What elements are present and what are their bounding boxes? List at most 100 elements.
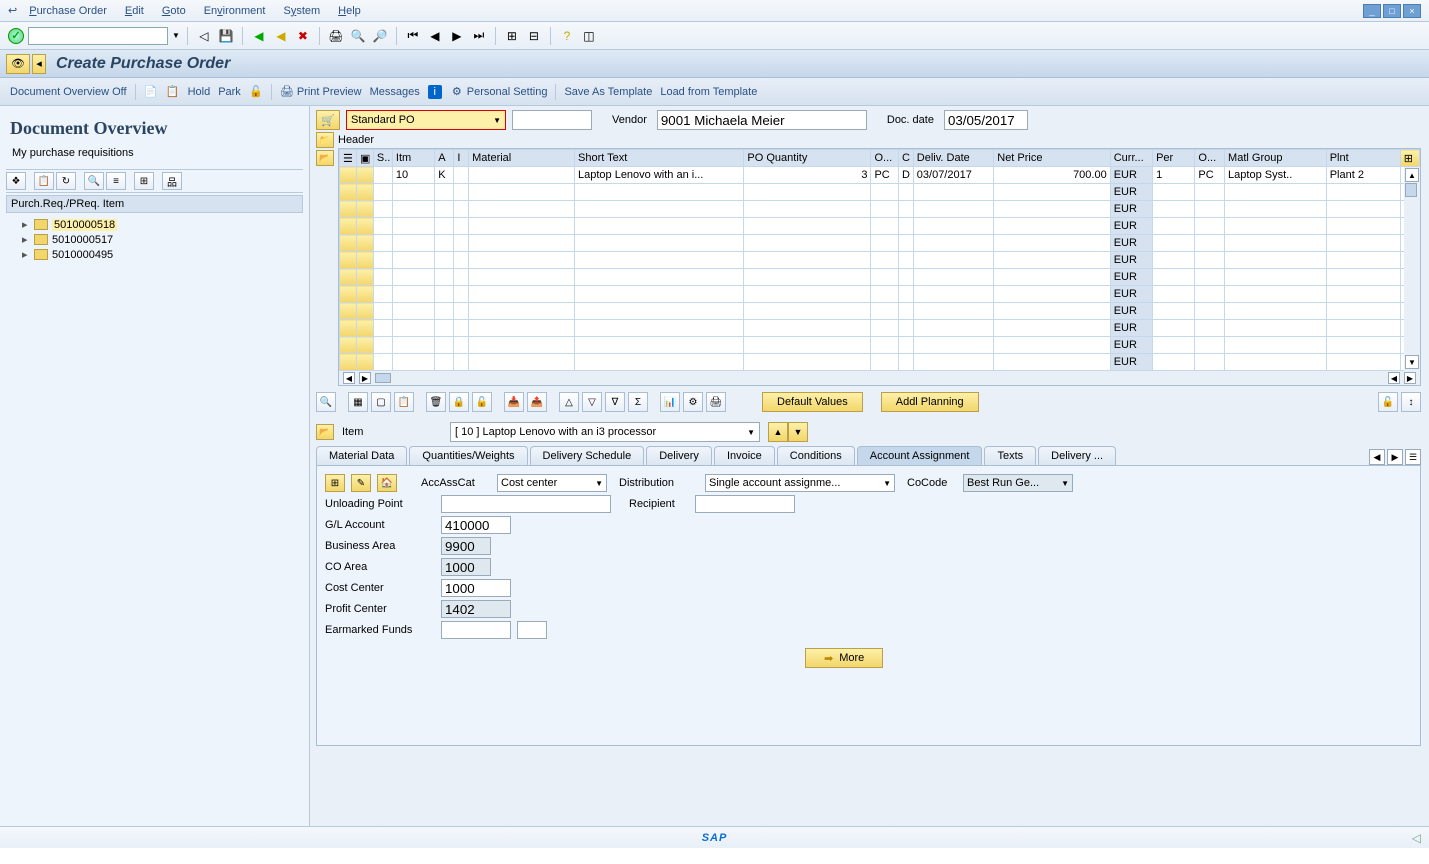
unloading-input[interactable] xyxy=(441,495,611,513)
cancel-icon[interactable]: ✖ xyxy=(294,27,312,45)
accasscat-select[interactable]: Cost center▼ xyxy=(497,474,607,492)
tree-item[interactable]: ▸5010000517 xyxy=(8,232,301,247)
recipient-input[interactable] xyxy=(695,495,795,513)
messages-button[interactable]: Messages xyxy=(370,86,420,98)
deselect-icon[interactable]: ▢ xyxy=(371,392,391,412)
prev-page-icon[interactable]: ◀ xyxy=(426,27,444,45)
table-row[interactable]: EUR xyxy=(340,320,1420,337)
table-row[interactable]: EUR xyxy=(340,235,1420,252)
expand-all-icon[interactable]: 🔓 xyxy=(1378,392,1398,412)
vscroll-thumb[interactable] xyxy=(1405,183,1417,197)
item-collapse-button[interactable]: 📂 xyxy=(316,150,334,166)
back-green-icon[interactable]: ◀ xyxy=(250,27,268,45)
ov-find-icon[interactable]: 🔍 xyxy=(84,172,104,190)
insert-icon[interactable]: 📥 xyxy=(504,392,524,412)
maximize-icon[interactable]: □ xyxy=(1383,4,1401,18)
tab-material-data[interactable]: Material Data xyxy=(316,446,407,465)
distribution-select[interactable]: Single account assignme...▼ xyxy=(705,474,895,492)
col-status[interactable]: ▣ xyxy=(356,150,373,167)
table-row[interactable]: 10KLaptop Lenovo with an i...3PCD03/07/2… xyxy=(340,167,1420,184)
menu-goto[interactable]: Goto xyxy=(162,5,186,17)
menu-help[interactable]: Help xyxy=(338,5,361,17)
menu-system[interactable]: System xyxy=(283,5,320,17)
default-values-button[interactable]: Default Values xyxy=(762,392,863,412)
title-nav-icon[interactable]: ◂ xyxy=(32,54,46,74)
table-row[interactable]: EUR xyxy=(340,252,1420,269)
tab-left-icon[interactable]: ◀ xyxy=(1369,449,1385,465)
shortcut-icon[interactable]: ⊟ xyxy=(525,27,543,45)
close-icon[interactable]: × xyxy=(1403,4,1421,18)
last-page-icon[interactable]: ⏭ xyxy=(470,27,488,45)
collapse-all-icon[interactable]: ↕ xyxy=(1401,392,1421,412)
ov-expand-icon[interactable]: ⊞ xyxy=(134,172,154,190)
filter-icon[interactable]: ∇ xyxy=(605,392,625,412)
append-icon[interactable]: 📤 xyxy=(527,392,547,412)
check-icon[interactable]: 🔓 xyxy=(249,85,263,99)
doc-overview-toggle[interactable]: Document Overview Off xyxy=(10,86,127,98)
tree-item[interactable]: ▸5010000518 xyxy=(8,217,301,232)
more-button[interactable]: ➡More xyxy=(805,648,883,668)
tab-delivery-[interactable]: Delivery ... xyxy=(1038,446,1116,465)
sort-desc-icon[interactable]: ▽ xyxy=(582,392,602,412)
hold-button[interactable]: Hold xyxy=(188,86,211,98)
table-row[interactable]: EUR xyxy=(340,184,1420,201)
okcode-field[interactable] xyxy=(28,27,168,45)
col-material[interactable]: Material xyxy=(469,150,575,167)
export-icon[interactable]: 📊 xyxy=(660,392,680,412)
col-ou[interactable]: O... xyxy=(871,150,899,167)
info-icon[interactable]: i xyxy=(428,85,442,99)
exit-icon[interactable]: ◀ xyxy=(272,27,290,45)
tab-texts[interactable]: Texts xyxy=(984,446,1036,465)
tab-invoice[interactable]: Invoice xyxy=(714,446,775,465)
save-template-button[interactable]: Save As Template xyxy=(564,86,652,98)
col-s[interactable]: S.. xyxy=(373,150,392,167)
col-c[interactable]: C xyxy=(898,150,913,167)
detail-icon[interactable]: 🔍 xyxy=(316,392,336,412)
table-row[interactable]: EUR xyxy=(340,337,1420,354)
col-select[interactable]: ☰ xyxy=(340,150,357,167)
[interactable]: 🔓 xyxy=(472,392,492,412)
tab-delivery-schedule[interactable]: Delivery Schedule xyxy=(530,446,645,465)
item-next-icon[interactable]: ▼ xyxy=(788,422,808,442)
park-button[interactable]: Park xyxy=(218,86,241,98)
back-icon[interactable]: ◁ xyxy=(195,27,213,45)
print-icon[interactable]: 🖨 xyxy=(327,27,345,45)
create-icon[interactable]: 📄 xyxy=(144,85,158,99)
col-deliv[interactable]: Deliv. Date xyxy=(913,150,993,167)
select-all-icon[interactable]: ▦ xyxy=(348,392,368,412)
new-session-icon[interactable]: ⊞ xyxy=(503,27,521,45)
tab-account-assignment[interactable]: Account Assignment xyxy=(857,446,983,465)
ef-input[interactable] xyxy=(441,621,511,639)
tab-delivery[interactable]: Delivery xyxy=(646,446,712,465)
other-po-icon[interactable]: 📋 xyxy=(166,85,180,99)
print-preview-button[interactable]: 🖨Print Preview xyxy=(280,85,362,99)
tab-right-icon[interactable]: ▶ xyxy=(1387,449,1403,465)
po-type-select[interactable]: Standard PO▼ xyxy=(346,110,506,130)
col-settings[interactable]: ⊞ xyxy=(1400,150,1419,167)
aa-home-icon[interactable]: 🏠 xyxy=(377,474,397,492)
item-prev-icon[interactable]: ▲ xyxy=(768,422,788,442)
col-qty[interactable]: PO Quantity xyxy=(744,150,871,167)
table-row[interactable]: EUR xyxy=(340,354,1420,371)
tab-list-icon[interactable]: ☰ xyxy=(1405,449,1421,465)
cc-input[interactable] xyxy=(441,579,511,597)
aa-grid-icon[interactable]: ⊞ xyxy=(325,474,345,492)
menu-back-icon[interactable]: ↩ xyxy=(8,4,17,17)
footer-nav-icon[interactable]: ◁ xyxy=(1412,831,1421,845)
find-icon[interactable]: 🔍 xyxy=(349,27,367,45)
print-grid-icon[interactable]: 🖨 xyxy=(706,392,726,412)
ov-tree-icon[interactable]: 品 xyxy=(162,172,182,190)
table-row[interactable]: EUR xyxy=(340,218,1420,235)
scroll-left2-icon[interactable]: ◀ xyxy=(1388,372,1400,384)
addl-planning-button[interactable]: Addl Planning xyxy=(881,392,979,412)
save-icon[interactable]: 💾 xyxy=(217,27,235,45)
tab-conditions[interactable]: Conditions xyxy=(777,446,855,465)
menu-purchase-order[interactable]: PPurchase Orderurchase Order xyxy=(29,5,107,17)
aa-edit-icon[interactable]: ✎ xyxy=(351,474,371,492)
enter-icon[interactable]: ✓ xyxy=(8,28,24,44)
delete-icon[interactable]: 🗑 xyxy=(426,392,446,412)
help-icon[interactable]: ? xyxy=(558,27,576,45)
personal-setting-button[interactable]: ⚙Personal Setting xyxy=(450,85,548,99)
table-row[interactable]: EUR xyxy=(340,269,1420,286)
vendor-input[interactable] xyxy=(657,110,867,130)
